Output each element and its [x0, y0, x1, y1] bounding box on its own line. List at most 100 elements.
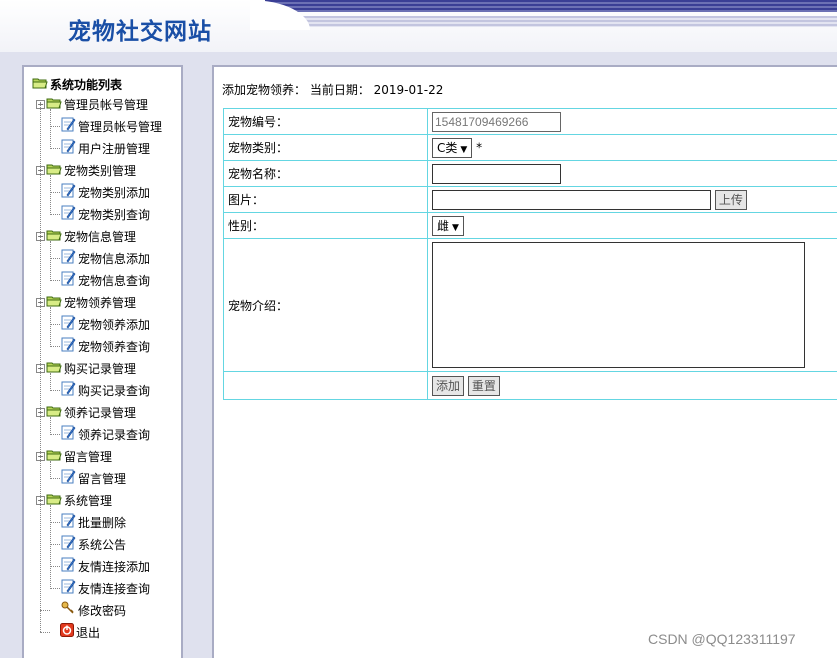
tree-connector [50, 461, 51, 479]
image-cell: 上传 [427, 186, 837, 213]
sidebar-item[interactable]: 友情连接添加 [60, 556, 150, 576]
sidebar-item[interactable]: 系统公告 [60, 534, 126, 554]
category-select[interactable]: C类 ▼ [432, 137, 473, 158]
name-label: 宠物名称： [223, 160, 428, 187]
tree-connector [50, 346, 60, 347]
required-mark: * [476, 140, 483, 154]
power-icon [60, 622, 74, 643]
tree-connector [50, 126, 60, 127]
page-edit-icon [60, 424, 76, 446]
tree-connector [50, 390, 60, 391]
folder-open-icon [46, 359, 62, 379]
dropdown-arrow-icon: ▼ [460, 144, 468, 155]
sidebar-group[interactable]: − 宠物类别管理 [36, 160, 136, 180]
sidebar-item[interactable]: 宠物信息添加 [60, 248, 150, 268]
sidebar-item-change-password-label: 修改密码 [78, 604, 127, 618]
category-value: C类 [437, 140, 458, 155]
sidebar-item-label: 友情连接添加 [78, 560, 151, 574]
image-input[interactable] [432, 189, 711, 210]
tree-connector [50, 175, 51, 215]
page-edit-icon [60, 556, 76, 578]
sidebar-group[interactable]: − 宠物领养管理 [36, 292, 136, 312]
tree-connector [50, 214, 60, 215]
page-edit-icon [60, 204, 76, 226]
gender-label: 性别： [223, 212, 428, 239]
add-button[interactable]: 添加 [432, 375, 465, 396]
image-label: 图片： [223, 186, 428, 213]
main-panel: 添加宠物领养： 当前日期： 2019-01-22 宠物编号： 154817094… [212, 65, 837, 658]
sidebar-item[interactable]: 宠物领养添加 [60, 314, 150, 334]
form-row-actions: 添加 重置 [223, 371, 837, 400]
sidebar-item[interactable]: 宠物类别添加 [60, 182, 150, 202]
sidebar-item-label: 管理员帐号管理 [78, 120, 163, 134]
sidebar-item-label: 批量删除 [78, 516, 127, 530]
sidebar-item[interactable]: 宠物领养查询 [60, 336, 150, 356]
intro-textarea[interactable] [432, 242, 805, 368]
sidebar-group-label: 购买记录管理 [64, 361, 137, 376]
sidebar-group[interactable]: − 领养记录管理 [36, 402, 136, 422]
sidebar-item[interactable]: 用户注册管理 [60, 138, 150, 158]
intro-cell [427, 238, 837, 372]
sidebar-item[interactable]: 友情连接查询 [60, 578, 150, 598]
category-label: 宠物类别： [223, 134, 428, 161]
sidebar-item-change-password[interactable]: 修改密码 [60, 600, 126, 620]
reset-button[interactable]: 重置 [467, 375, 500, 396]
sidebar-group-label: 留言管理 [64, 449, 113, 464]
sidebar-group[interactable]: − 购买记录管理 [36, 358, 136, 378]
name-cell [427, 160, 837, 187]
sidebar-item-label: 宠物领养查询 [78, 340, 151, 354]
tree-connector [50, 505, 51, 589]
sidebar-item[interactable]: 宠物信息查询 [60, 270, 150, 290]
sidebar-group-label: 宠物领养管理 [64, 295, 137, 310]
sidebar-group[interactable]: − 管理员帐号管理 [36, 94, 148, 114]
form-row-pet-id: 宠物编号： 15481709469266 [223, 108, 837, 135]
tree-root: 系统功能列表 [32, 74, 122, 94]
page-edit-icon [60, 116, 76, 138]
breadcrumb: 添加宠物领养： 当前日期： 2019-01-22 [222, 83, 444, 97]
folder-open-icon [46, 95, 62, 115]
tree-connector [40, 610, 50, 611]
sidebar-item[interactable]: 批量删除 [60, 512, 126, 532]
site-title: 宠物社交网站 [68, 18, 212, 45]
sidebar-item-label: 留言管理 [78, 472, 127, 486]
header: 宠物社交网站 [0, 0, 837, 52]
tree-connector [50, 109, 51, 149]
tree-connector [50, 417, 51, 435]
gender-select[interactable]: 雌 ▼ [432, 215, 464, 236]
sidebar: 系统功能列表 − 管理员帐号管理管理员帐号管理 用户注册管理 − 宠物类别管理 宠物类别添加… [22, 65, 183, 658]
sidebar-group[interactable]: − 宠物信息管理 [36, 226, 136, 246]
sidebar-group-label: 宠物信息管理 [64, 229, 137, 244]
form-row-image: 图片： 上传 [223, 186, 837, 213]
header-stripe-light [288, 16, 837, 27]
name-input[interactable] [432, 163, 561, 184]
page-edit-icon [60, 248, 76, 270]
sidebar-item-logout[interactable]: 退出 [60, 622, 100, 642]
page-edit-icon [60, 380, 76, 402]
form-row-intro: 宠物介绍： [223, 238, 837, 372]
sidebar-group[interactable]: − 系统管理 [36, 490, 112, 510]
page-edit-icon [60, 314, 76, 336]
adoption-form: 宠物编号： 15481709469266 宠物类别： C类 ▼ * 宠物名称： 图… [223, 108, 837, 400]
sidebar-item-label: 用户注册管理 [78, 142, 151, 156]
sidebar-item[interactable]: 领养记录查询 [60, 424, 150, 444]
dropdown-arrow-icon: ▼ [452, 222, 459, 233]
tree-connector [50, 434, 60, 435]
header-stripe-dark [265, 0, 837, 12]
sidebar-item[interactable]: 留言管理 [60, 468, 126, 488]
sidebar-group[interactable]: − 留言管理 [36, 446, 112, 466]
sidebar-item-label: 领养记录查询 [78, 428, 151, 442]
tree-connector [50, 373, 51, 391]
watermark: CSDN @QQ123311197 [648, 631, 796, 647]
tree-connector [40, 102, 41, 632]
pet-id-input[interactable]: 15481709469266 [432, 111, 561, 132]
sidebar-item[interactable]: 宠物类别查询 [60, 204, 150, 224]
sidebar-item[interactable]: 购买记录查询 [60, 380, 150, 400]
page-edit-icon [60, 336, 76, 358]
sidebar-item-label: 系统公告 [78, 538, 127, 552]
pet-id-cell: 15481709469266 [427, 108, 837, 135]
gender-value: 雌 [437, 218, 450, 233]
sidebar-item[interactable]: 管理员帐号管理 [60, 116, 162, 136]
gender-cell: 雌 ▼ [427, 212, 837, 239]
upload-button[interactable]: 上传 [714, 189, 747, 210]
tree-connector [50, 280, 60, 281]
